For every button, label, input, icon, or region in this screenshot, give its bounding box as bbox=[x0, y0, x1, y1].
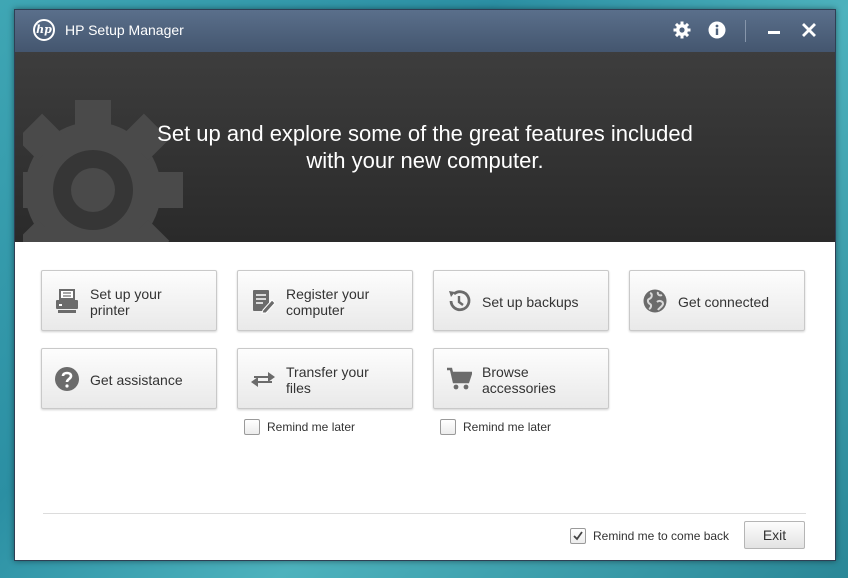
remind-later-label: Remind me later bbox=[267, 420, 356, 434]
remind-later-accessories-checkbox[interactable]: Remind me later bbox=[440, 418, 551, 436]
tile-label-line1: Browse bbox=[482, 363, 529, 380]
backup-history-icon bbox=[446, 288, 472, 314]
printer-icon bbox=[54, 288, 80, 314]
tile-setup-backups[interactable]: Set up backups bbox=[433, 270, 609, 331]
title-bar: hp HP Setup Manager bbox=[15, 10, 835, 52]
tile-label: Get assistance bbox=[90, 349, 210, 410]
close-icon[interactable] bbox=[799, 20, 819, 40]
shopping-cart-icon bbox=[446, 366, 472, 392]
tile-label-line2: files bbox=[286, 379, 311, 396]
tile-get-assistance[interactable]: Get assistance bbox=[41, 348, 217, 409]
transfer-arrows-icon bbox=[250, 366, 276, 392]
remind-later-transfer-checkbox[interactable]: Remind me later bbox=[244, 418, 355, 436]
tile-label-line1: Transfer your bbox=[286, 363, 369, 380]
remind-later-label: Remind me later bbox=[463, 420, 552, 434]
tile-label-line2: printer bbox=[90, 301, 130, 318]
help-question-icon bbox=[54, 366, 80, 392]
exit-button[interactable]: Exit bbox=[744, 521, 805, 549]
app-title: HP Setup Manager bbox=[65, 22, 184, 38]
tile-label-line1: Register your bbox=[286, 285, 370, 302]
hp-logo-icon: hp bbox=[33, 19, 55, 41]
tile-label-line2: computer bbox=[286, 301, 345, 318]
checkbox-box[interactable] bbox=[570, 528, 586, 544]
tile-label: Browse accessories bbox=[482, 349, 602, 410]
tile-transfer-files[interactable]: Transfer your files bbox=[237, 348, 413, 409]
tile-label-line1: Set up backups bbox=[482, 293, 579, 310]
tile-label: Transfer your files bbox=[286, 349, 406, 410]
tile-get-connected[interactable]: Get connected bbox=[629, 270, 805, 331]
globe-icon bbox=[642, 288, 668, 314]
tile-browse-accessories[interactable]: Browse accessories bbox=[433, 348, 609, 409]
settings-gear-icon[interactable] bbox=[672, 20, 692, 40]
tile-label: Get connected bbox=[678, 271, 798, 332]
minimize-icon[interactable] bbox=[764, 20, 784, 40]
tile-label: Set up your printer bbox=[90, 271, 210, 332]
hp-setup-manager-window: hp HP Setup Manager Set up and explore s… bbox=[14, 9, 836, 561]
tile-label-line1: Get assistance bbox=[90, 371, 183, 388]
tile-label-line1: Set up your bbox=[90, 285, 162, 302]
checkbox-box[interactable] bbox=[440, 419, 456, 435]
banner-heading: Set up and explore some of the great fea… bbox=[15, 120, 835, 174]
remind-come-back-label: Remind me to come back bbox=[593, 529, 730, 543]
banner-heading-line1: Set up and explore some of the great fea… bbox=[157, 121, 693, 146]
footer-divider bbox=[43, 513, 806, 514]
tile-label-line2: accessories bbox=[482, 379, 556, 396]
titlebar-separator bbox=[745, 20, 746, 42]
banner-heading-line2: with your new computer. bbox=[306, 148, 544, 173]
remind-come-back-checkbox[interactable]: Remind me to come back bbox=[570, 527, 729, 545]
tile-label-line1: Get connected bbox=[678, 293, 770, 310]
tile-label: Register your computer bbox=[286, 271, 406, 332]
welcome-banner: Set up and explore some of the great fea… bbox=[15, 52, 835, 242]
tile-register-computer[interactable]: Register your computer bbox=[237, 270, 413, 331]
register-document-icon bbox=[250, 288, 276, 314]
tile-setup-printer[interactable]: Set up your printer bbox=[41, 270, 217, 331]
info-icon[interactable] bbox=[707, 20, 727, 40]
checkmark-icon bbox=[573, 531, 583, 541]
checkbox-box[interactable] bbox=[244, 419, 260, 435]
tile-label: Set up backups bbox=[482, 271, 602, 332]
